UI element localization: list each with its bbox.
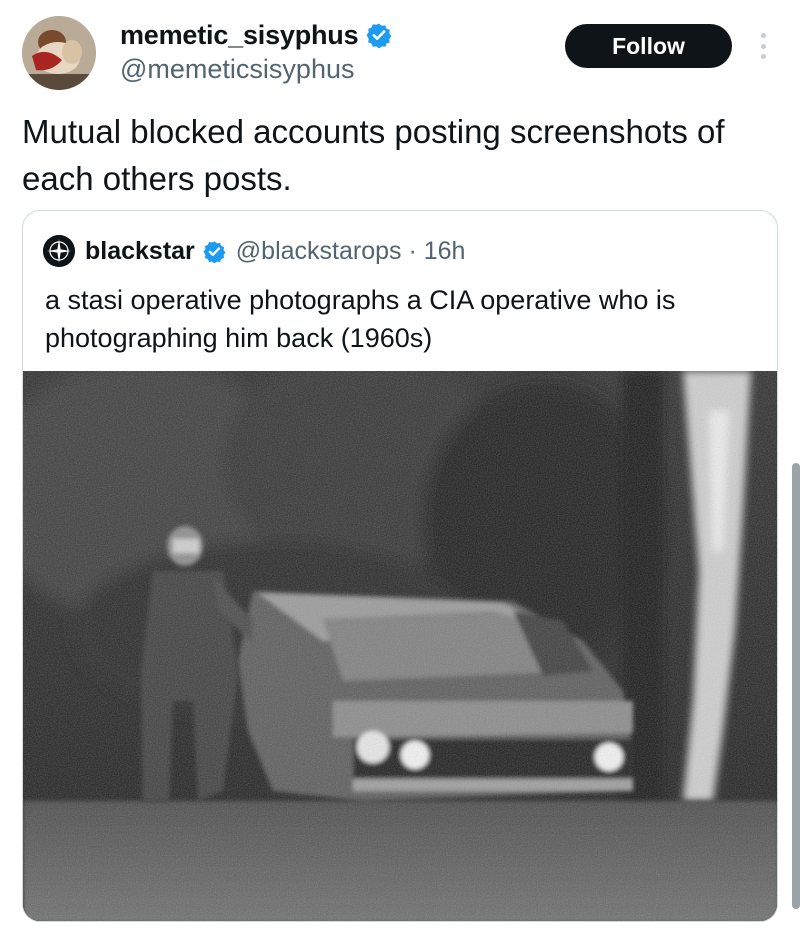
author-display-name[interactable]: memetic_sisyphus [120,20,359,51]
vertical-ellipsis-icon[interactable] [752,28,774,64]
verified-badge-icon [366,23,392,48]
painting-avatar-icon [22,16,96,90]
quoted-post-text: a stasi operative photographs a CIA oper… [45,285,676,353]
dot [760,54,766,59]
dot [760,43,766,49]
author-avatar[interactable] [22,16,96,90]
author-handle[interactable]: @memeticsisyphus [120,54,354,85]
post: memetic_sisyphus @memeticsisyphus Follow… [0,0,800,933]
quoted-post-card[interactable]: blackstar @blackstarops · 16h a stasi op… [22,210,778,922]
quoted-display-name[interactable]: blackstar [85,237,195,266]
scrollbar[interactable] [792,463,800,909]
quoted-post-header: blackstar @blackstarops · 16h [43,233,465,269]
author-name-row: memetic_sisyphus [120,18,392,52]
surveillance-photo [23,371,777,921]
dot [760,33,766,38]
black-star-logo-icon [43,235,75,267]
post-text: Mutual blocked accounts posting screensh… [22,113,725,197]
quoted-handle-time[interactable]: @blackstarops · 16h [236,237,466,266]
follow-button[interactable]: Follow [565,24,732,68]
quoted-post-photo[interactable] [23,371,777,921]
verified-badge-icon [203,240,226,263]
